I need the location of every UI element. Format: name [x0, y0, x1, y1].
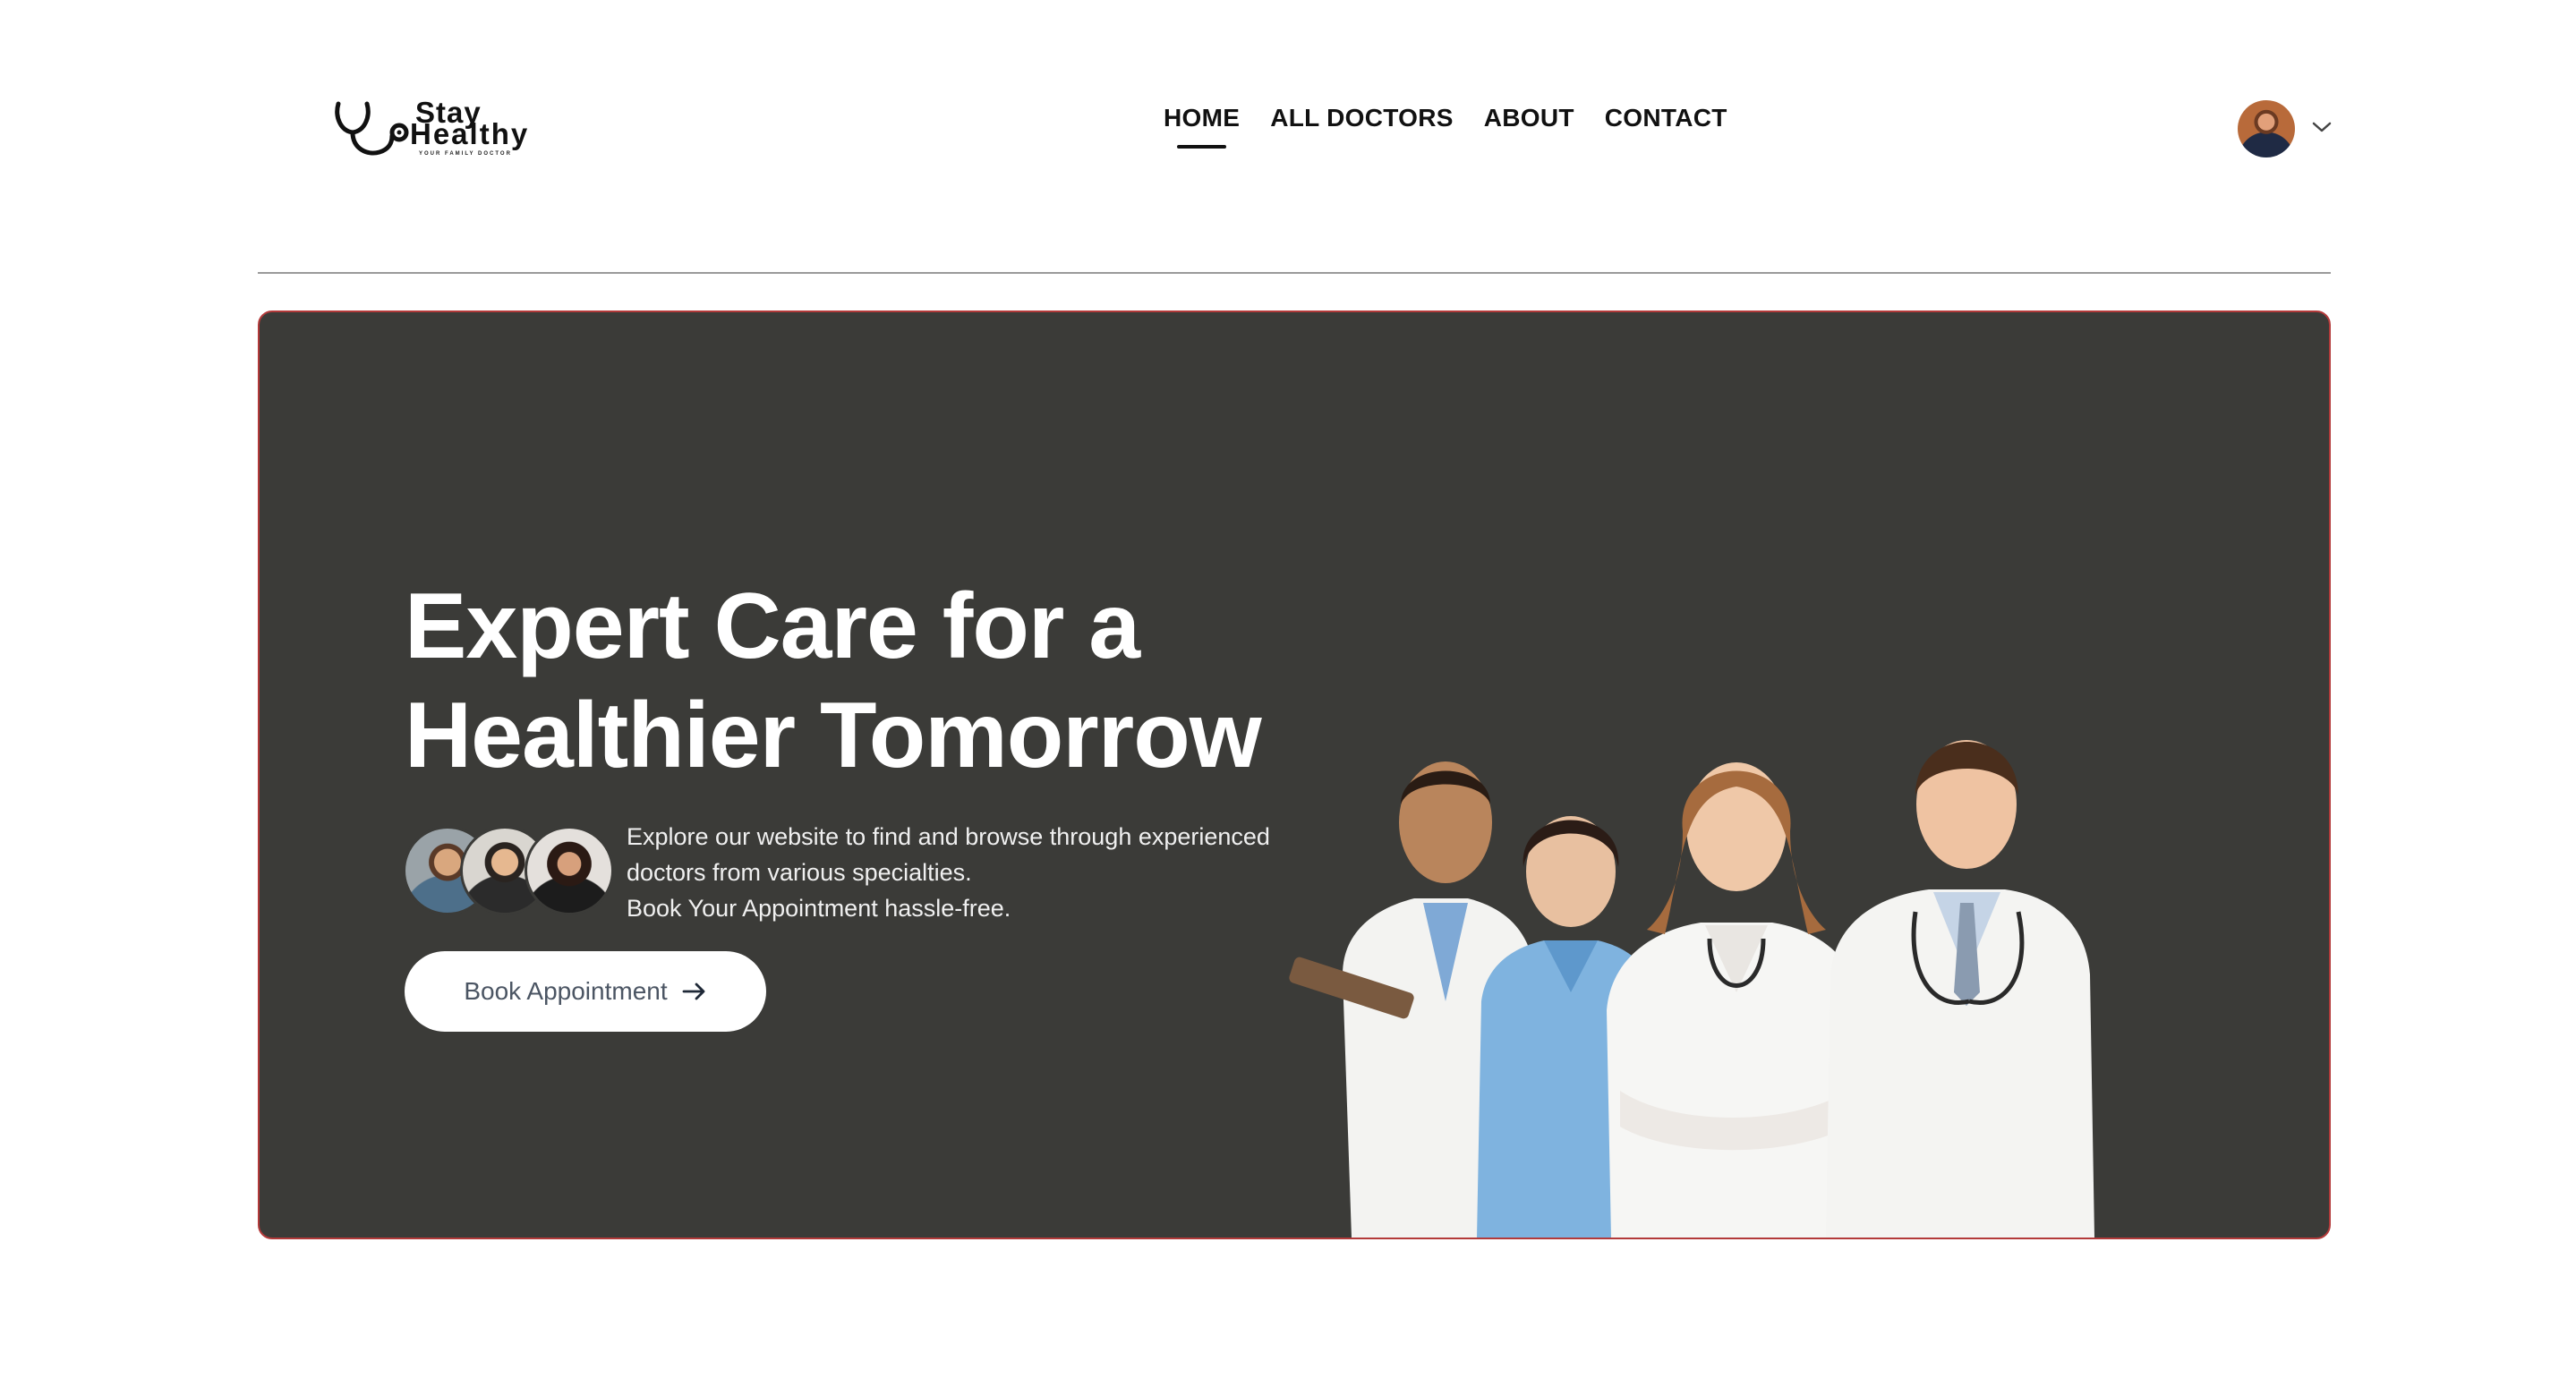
header-divider	[258, 272, 2331, 274]
hero-title-line1: Expert Care for a	[405, 574, 1140, 678]
site-header: Stay Healthy YOUR FAMILY DOCTOR HOME ALL…	[0, 0, 2576, 274]
profile-menu[interactable]	[2238, 100, 2336, 157]
hero-desc-line3: Book Your Appointment hassle-free.	[627, 895, 1011, 922]
avatar[interactable]	[2238, 100, 2295, 157]
hero-title-line2: Healthier Tomorrow	[405, 684, 1262, 787]
hero-desc-line2: doctors from various specialties.	[627, 859, 972, 886]
nav-all-doctors[interactable]: ALL DOCTORS	[1270, 102, 1454, 156]
hero-banner: Expert Care for a Healthier Tomorrow Exp…	[258, 310, 2331, 1239]
hero-desc-line1: Explore our website to find and browse t…	[627, 823, 1270, 850]
doctor-figure	[1607, 762, 1862, 1238]
book-appointment-button[interactable]: Book Appointment	[405, 951, 766, 1032]
stethoscope-icon	[335, 101, 409, 156]
arrow-right-icon	[682, 982, 705, 1000]
doctor-figure	[1826, 740, 2094, 1238]
doctor-avatars-group	[403, 826, 618, 915]
nav-home[interactable]: HOME	[1164, 102, 1240, 156]
nav-about[interactable]: ABOUT	[1484, 102, 1574, 156]
site-logo[interactable]: Stay Healthy YOUR FAMILY DOCTOR	[333, 97, 584, 159]
chevron-down-icon[interactable]	[2311, 120, 2333, 134]
hero-title: Expert Care for a Healthier Tomorrow	[405, 572, 1389, 790]
logo-tagline: YOUR FAMILY DOCTOR	[419, 151, 512, 157]
book-appointment-label: Book Appointment	[464, 977, 668, 1005]
nav-contact[interactable]: CONTACT	[1605, 102, 1727, 156]
main-nav: HOME ALL DOCTORS ABOUT CONTACT	[1164, 102, 1727, 156]
hero-description: Explore our website to find and browse t…	[627, 819, 1343, 926]
doctors-group-image	[1289, 740, 2094, 1238]
logo-word-healthy: Healthy	[410, 117, 530, 150]
doctor-avatar	[525, 826, 614, 915]
